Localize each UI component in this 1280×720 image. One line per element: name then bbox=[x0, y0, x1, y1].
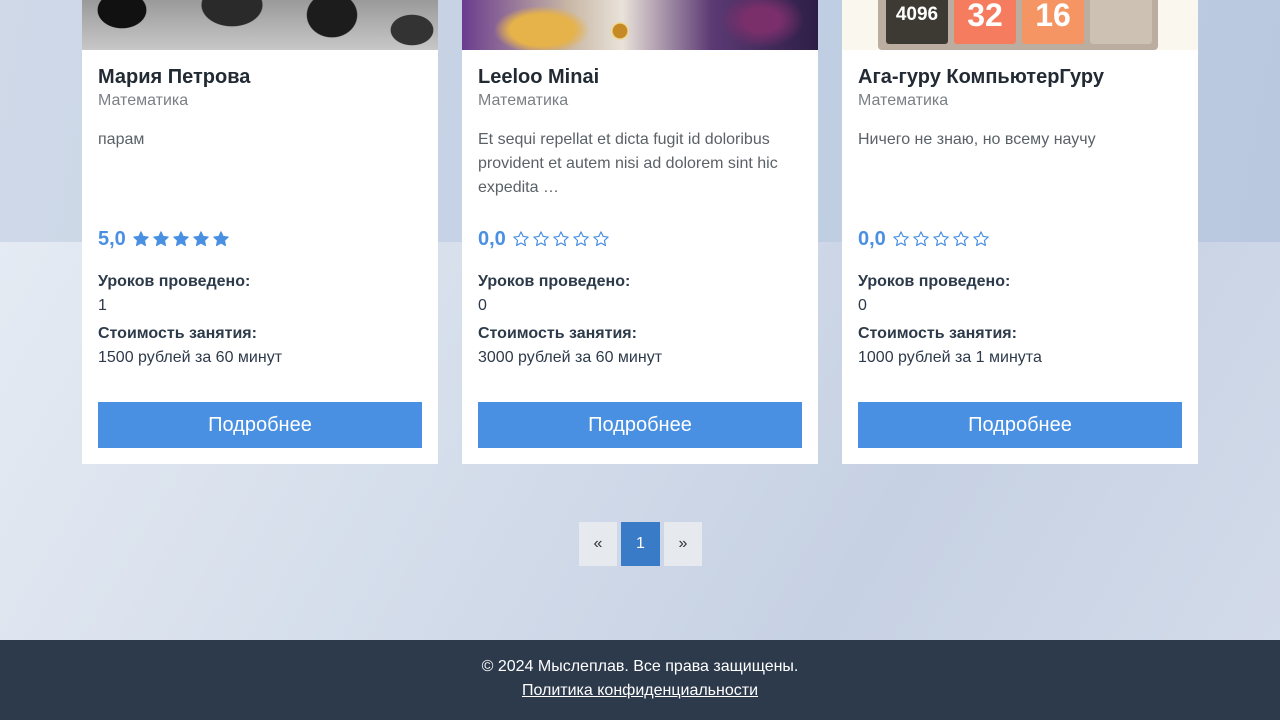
details-button[interactable]: Подробнее bbox=[858, 402, 1182, 448]
tutor-description: Ничего не знаю, но всему научу bbox=[858, 131, 1096, 148]
lessons-label: Уроков проведено: bbox=[98, 273, 251, 290]
star-filled-icon bbox=[192, 230, 212, 250]
star-empty-icon bbox=[532, 230, 552, 250]
tutor-description: Et sequi repellat et dicta fugit id dolo… bbox=[478, 131, 778, 196]
lessons-value: 0 bbox=[858, 297, 867, 314]
tutor-rating: 0,0 bbox=[478, 228, 612, 251]
star-filled-icon bbox=[132, 230, 152, 250]
pagination-next-button[interactable]: » bbox=[664, 522, 702, 566]
price-value: 3000 рублей за 60 минут bbox=[478, 349, 663, 366]
star-filled-icon bbox=[152, 230, 172, 250]
game-tile: 16 bbox=[1022, 0, 1084, 44]
rating-value: 0,0 bbox=[858, 228, 886, 250]
details-button[interactable]: Подробнее bbox=[98, 402, 422, 448]
game-tile: 32 bbox=[954, 0, 1016, 44]
star-empty-icon bbox=[912, 230, 932, 250]
tutor-card: Мария Петрова Математика парам 5,0 Уроко… bbox=[82, 0, 438, 464]
game-tile: 4096 bbox=[886, 0, 948, 44]
tutor-rating: 0,0 bbox=[858, 228, 992, 251]
tutor-card: 4096 32 16 Ага-гуру КомпьютерГуру Матема… bbox=[842, 0, 1198, 464]
tutor-subject: Математика bbox=[478, 92, 569, 109]
lessons-value: 0 bbox=[478, 297, 487, 314]
rating-value: 5,0 bbox=[98, 228, 126, 250]
star-empty-icon bbox=[892, 230, 912, 250]
tutor-subject: Математика bbox=[98, 92, 189, 109]
tutor-card-list: Мария Петрова Математика парам 5,0 Уроко… bbox=[82, 0, 1198, 464]
star-empty-icon bbox=[932, 230, 952, 250]
price-label: Стоимость занятия: bbox=[858, 325, 1017, 342]
pagination-prev-button[interactable]: « bbox=[579, 522, 617, 566]
game-tile bbox=[1090, 0, 1152, 44]
rating-value: 0,0 bbox=[478, 228, 506, 250]
star-empty-icon bbox=[952, 230, 972, 250]
game-board-image: 4096 32 16 bbox=[878, 0, 1158, 50]
star-filled-icon bbox=[212, 230, 232, 250]
price-value: 1000 рублей за 1 минута bbox=[858, 349, 1042, 366]
privacy-policy-link-anchor[interactable]: Политика конфиденциальности bbox=[522, 682, 758, 699]
tutor-description: парам bbox=[98, 131, 145, 148]
star-empty-icon bbox=[552, 230, 572, 250]
star-filled-icon bbox=[172, 230, 192, 250]
details-button[interactable]: Подробнее bbox=[478, 402, 802, 448]
star-empty-icon bbox=[592, 230, 612, 250]
star-empty-icon bbox=[572, 230, 592, 250]
tutor-rating: 5,0 bbox=[98, 228, 232, 251]
tutor-photo[interactable] bbox=[462, 0, 818, 50]
price-value: 1500 рублей за 60 минут bbox=[98, 349, 283, 366]
tutor-name[interactable]: Ага-гуру КомпьютерГуру bbox=[858, 66, 1104, 89]
tutor-name[interactable]: Мария Петрова bbox=[98, 66, 250, 89]
tutor-card: Leeloo Minai Математика Et sequi repella… bbox=[462, 0, 818, 464]
price-label: Стоимость занятия: bbox=[98, 325, 257, 342]
tutor-photo[interactable] bbox=[82, 0, 438, 50]
rating-stars bbox=[132, 230, 232, 250]
pagination: « 1 » bbox=[579, 522, 702, 566]
lessons-value: 1 bbox=[98, 297, 107, 314]
tutor-photo[interactable]: 4096 32 16 bbox=[842, 0, 1198, 50]
tutor-name[interactable]: Leeloo Minai bbox=[478, 66, 599, 89]
privacy-policy-link: Политика конфиденциальности bbox=[0, 682, 1280, 700]
tutor-subject: Математика bbox=[858, 92, 949, 109]
rating-stars bbox=[892, 230, 992, 250]
lessons-label: Уроков проведено: bbox=[858, 273, 1011, 290]
copyright-text: © 2024 Мыслеплав. Все права защищены. bbox=[481, 658, 799, 675]
price-label: Стоимость занятия: bbox=[478, 325, 637, 342]
star-empty-icon bbox=[512, 230, 532, 250]
star-empty-icon bbox=[972, 230, 992, 250]
lessons-label: Уроков проведено: bbox=[478, 273, 631, 290]
pagination-page-button[interactable]: 1 bbox=[621, 522, 660, 566]
footer: © 2024 Мыслеплав. Все права защищены. По… bbox=[0, 640, 1280, 720]
rating-stars bbox=[512, 230, 612, 250]
